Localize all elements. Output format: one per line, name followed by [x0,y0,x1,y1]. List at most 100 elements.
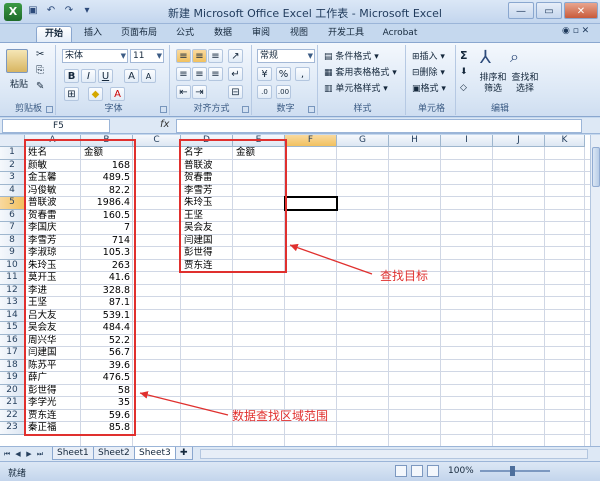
sheet-tab-1[interactable]: Sheet1 [52,447,94,460]
insert-sheet-icon[interactable]: ✚ [175,447,193,460]
tab-acrobat[interactable]: Acrobat [378,26,422,42]
dialog-launcher-icon[interactable] [308,106,315,113]
maximize-button[interactable]: ▭ [536,2,562,19]
orientation-icon[interactable]: ↗ [228,49,243,63]
format-painter-icon[interactable]: ✎ [36,81,44,92]
find-select-icon[interactable]: ⌕ [510,47,519,67]
clear-icon[interactable]: ◇ [460,83,467,93]
font-name-combo[interactable]: 宋体 ▼ [62,49,128,63]
fill-color-icon[interactable]: ◆ [88,87,103,101]
cut-icon[interactable]: ✂ [36,49,44,60]
format-as-table-label: 套用表格格式 [335,68,390,78]
tab-developer[interactable]: 开发工具 [322,26,370,42]
bold-button[interactable]: B [64,69,79,83]
align-right-icon[interactable]: ≡ [208,67,223,81]
name-box[interactable]: F5 [2,119,110,133]
vertical-scrollbar[interactable] [590,135,600,446]
cell-styles-button[interactable]: ▥ 单元格样式 ▾ [324,81,388,94]
align-bottom-icon[interactable]: ≡ [208,49,223,63]
help-icon[interactable]: ◉ ▫ ✕ [562,26,592,40]
save-icon[interactable]: ▣ [26,4,40,18]
dialog-launcher-icon[interactable] [46,106,53,113]
align-left-icon[interactable]: ≡ [176,67,191,81]
align-middle-icon[interactable]: ≡ [192,49,207,63]
number-format-combo[interactable]: 常规 ▼ [257,49,315,63]
insert-function-button[interactable]: fx [160,119,172,130]
normal-view-icon[interactable] [395,465,407,477]
shrink-font-button[interactable]: A [141,69,156,83]
scroll-thumb[interactable] [592,147,600,187]
sheet-tab-2[interactable]: Sheet2 [93,447,135,460]
next-sheet-icon[interactable]: ▶ [24,449,34,459]
insert-cells-button[interactable]: ⊞插入 ▾ [412,49,445,62]
border-icon[interactable]: ⊞ [64,87,79,101]
sheet-nav: ⏮ ◀ ▶ ⏭ [2,449,45,459]
font-size-value: 11 [133,51,145,61]
tab-review[interactable]: 审阅 [246,26,276,42]
increase-indent-icon[interactable]: ⇥ [192,85,207,99]
format-as-table-button[interactable]: ▦ 套用表格格式 ▾ [324,65,397,78]
tab-insert[interactable]: 插入 [78,26,108,42]
tab-data[interactable]: 数据 [208,26,238,42]
customize-qat-icon[interactable]: ▾ [80,4,94,18]
dialog-launcher-icon[interactable] [242,106,249,113]
page-break-view-icon[interactable] [427,465,439,477]
arrow-to-target [289,243,373,275]
find-select-label[interactable]: 查找和选择 [510,73,540,95]
autosum-button[interactable]: Σ [460,49,468,62]
window-title: 新建 Microsoft Office Excel 工作表 - Microsof… [168,7,442,20]
italic-button[interactable]: I [81,69,96,83]
wrap-text-icon[interactable]: ↵ [228,67,243,81]
underline-button[interactable]: U [98,69,113,83]
decrease-decimal-icon[interactable]: .00 [276,85,291,99]
redo-icon[interactable]: ↷ [62,4,76,18]
paste-button[interactable] [6,49,28,76]
group-label-cells: 单元格 [417,104,445,114]
grow-font-button[interactable]: A [124,69,139,83]
percent-button[interactable]: % [276,67,291,81]
zoom-slider[interactable] [480,466,550,476]
cell-styles-label: 单元格样式 [335,84,381,94]
tab-view[interactable]: 视图 [284,26,314,42]
paste-label: 粘贴 [10,80,29,90]
undo-icon[interactable]: ↶ [44,4,58,18]
copy-icon[interactable]: ⎘ [36,65,44,76]
first-sheet-icon[interactable]: ⏮ [2,449,12,459]
number-format-value: 常规 [260,51,279,61]
minimize-button[interactable]: — [508,2,534,19]
horizontal-scrollbar[interactable] [200,449,588,459]
worksheet-grid[interactable]: A B C D E F G H I J K 1 2 3 4 5 6 7 8 9 10 11 12 13 14 15 16 17 18 19… [0,135,590,446]
zoom-slider-knob[interactable] [510,466,515,476]
formula-input[interactable] [176,119,582,133]
fill-icon[interactable]: ⬇ [460,67,468,77]
format-cells-button[interactable]: ▣格式 ▾ [412,81,446,94]
group-label-editing: 编辑 [490,104,509,114]
increase-decimal-icon[interactable]: .0 [257,85,272,99]
align-center-icon[interactable]: ≡ [192,67,207,81]
close-button[interactable]: ✕ [564,2,598,19]
group-label-font: 字体 [104,104,123,114]
conditional-format-button[interactable]: ▤ 条件格式 ▾ [324,49,379,62]
sheet-tabs-bar: ⏮ ◀ ▶ ⏭ Sheet1 Sheet2 Sheet3 ✚ [0,446,600,461]
zoom-level[interactable]: 100% [448,466,474,476]
merge-center-icon[interactable]: ⊟ [228,85,243,99]
currency-icon[interactable]: ¥ [257,67,272,81]
group-clipboard: 粘贴 ✂ ⎘ ✎ 剪贴板 [2,45,56,115]
sort-filter-icon[interactable]: ⅄ [480,47,491,68]
decrease-indent-icon[interactable]: ⇤ [176,85,191,99]
prev-sheet-icon[interactable]: ◀ [13,449,23,459]
tab-page-layout[interactable]: 页面布局 [114,26,164,42]
delete-cells-button[interactable]: ⊟删除 ▾ [412,65,445,78]
tab-formulas[interactable]: 公式 [170,26,200,42]
font-color-icon[interactable]: A [110,87,125,101]
page-layout-view-icon[interactable] [411,465,423,477]
tab-home[interactable]: 开始 [36,26,72,42]
sort-filter-label[interactable]: 排序和筛选 [478,73,508,95]
dialog-launcher-icon[interactable] [160,106,167,113]
last-sheet-icon[interactable]: ⏭ [35,449,45,459]
sheet-tab-3[interactable]: Sheet3 [134,447,176,460]
align-top-icon[interactable]: ≡ [176,49,191,63]
comma-button[interactable]: , [295,67,310,81]
excel-app-icon[interactable]: X [4,3,22,21]
font-size-combo[interactable]: 11 ▼ [130,49,164,63]
